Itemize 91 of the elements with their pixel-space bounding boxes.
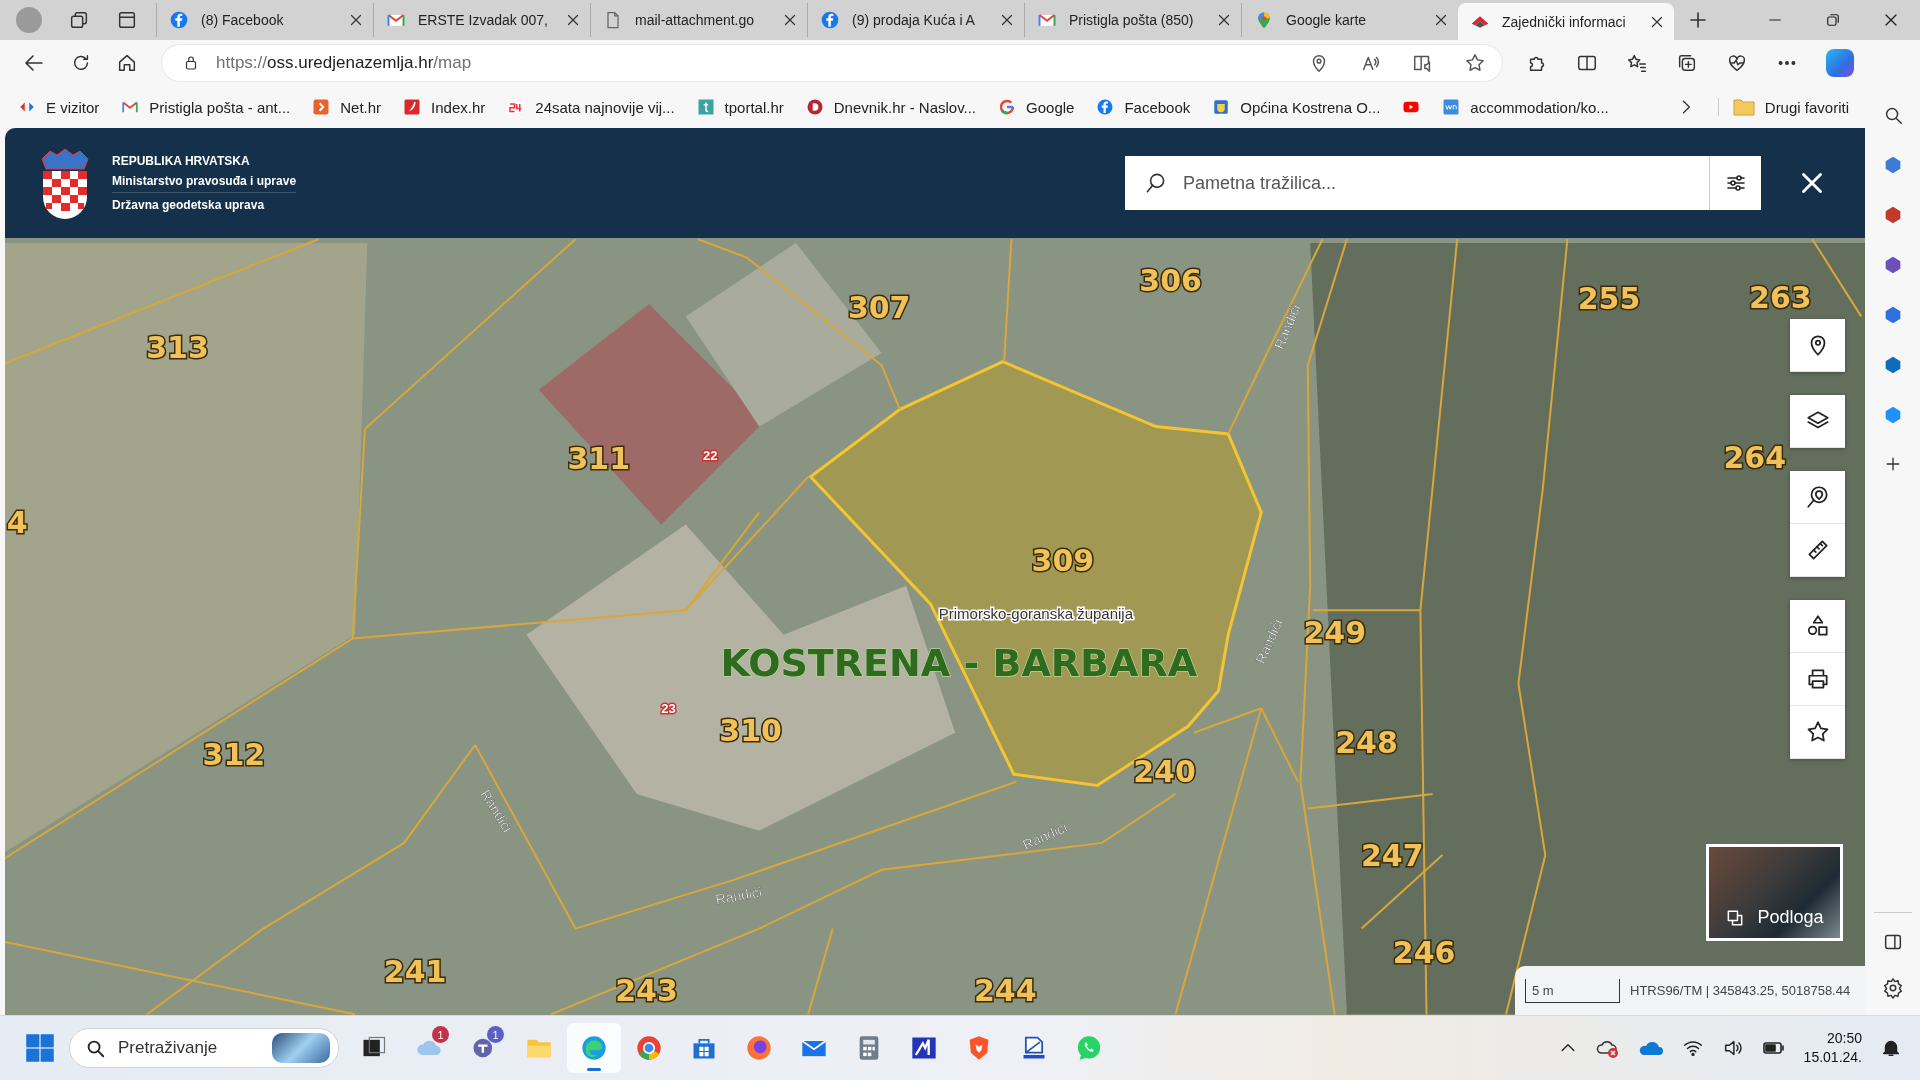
house-number: 22	[703, 447, 718, 463]
parcel-number: 255	[1577, 281, 1641, 316]
parcel-number: 248	[1335, 725, 1398, 761]
ruler-button[interactable]	[1790, 524, 1845, 577]
house-number: 23	[661, 701, 676, 717]
coordinate-readout: HTRS96/TM | 345843.25, 5018758.44	[1630, 983, 1851, 998]
browser-icon	[580, 1034, 608, 1062]
parcel-number: 241	[383, 954, 447, 990]
bookmark-link[interactable]: Općina Kostrena O...	[1212, 96, 1381, 118]
landscape-thumbnail	[272, 1033, 330, 1063]
bookmark-link[interactable]: E vizitor	[18, 96, 100, 118]
circle-logo-icon	[820, 10, 840, 30]
taskbar-app[interactable]: 1	[457, 1023, 511, 1073]
parcel-number: 312	[202, 736, 266, 772]
place-label: KOSTRENA - BARBARA	[720, 640, 1198, 685]
print-button[interactable]	[1790, 653, 1845, 706]
star-icon[interactable]	[1464, 52, 1486, 74]
filter-button[interactable]	[1710, 156, 1761, 210]
shapes-button[interactable]	[1790, 600, 1845, 653]
browser-tab[interactable]: mail-attachment.go	[590, 3, 807, 37]
browser-tab[interactable]: Zajednički informaci	[1458, 3, 1674, 40]
crest-icon	[1212, 98, 1231, 116]
parcel-number: 310	[719, 713, 782, 749]
other-favorites-folder[interactable]: Drugi favoriti	[1717, 98, 1849, 116]
parcel-number: 263	[1749, 279, 1812, 315]
street-label: Randići	[714, 883, 764, 908]
bookmark-link[interactable]: tportal.hr	[696, 96, 784, 118]
folder-icon	[1732, 98, 1755, 116]
parcel-number: 240	[1133, 753, 1196, 789]
bookmark-link[interactable]: 24sata najnovije vij...	[507, 96, 675, 118]
parcel-number: 243	[615, 972, 678, 1008]
ministry-title-line: Ministarstvo pravosuđa i uprave	[112, 173, 297, 193]
taskbar-search-field[interactable]: Pretraživanje	[69, 1028, 339, 1068]
browser-tab[interactable]: Pristigla pošta (850)	[1024, 3, 1241, 37]
parcel-number: 264	[1723, 440, 1786, 476]
collections-icon[interactable]	[1676, 52, 1698, 74]
bookmark-link[interactable]: Dnevnik.hr - Naslov...	[805, 96, 977, 118]
settings-icon[interactable]	[1881, 977, 1904, 999]
star-button[interactable]	[1790, 706, 1845, 759]
parcel-number: 313	[146, 330, 209, 365]
pepper-icon	[403, 98, 422, 116]
bookmark-link[interactable]: accommodation/ko...	[1442, 96, 1609, 118]
favorites-icon[interactable]	[1626, 52, 1648, 74]
tile-icon	[696, 98, 715, 116]
tile-icon	[507, 98, 526, 116]
parcel-number: 306	[1139, 262, 1202, 298]
address-bar[interactable]: https://oss.uredjenazemlja.hr/map	[162, 45, 1502, 81]
bookmark-link[interactable]: Facebook	[1096, 96, 1191, 118]
county-label: Primorsko-goranska županija	[938, 604, 1134, 622]
location-pin-button[interactable]	[1790, 319, 1845, 372]
parcel-number: 247	[1360, 838, 1424, 874]
tile-icon	[1442, 98, 1461, 116]
notification-badge: 1	[487, 1026, 504, 1043]
ministry-title-line: Državna geodetska uprava	[112, 197, 266, 213]
home-icon[interactable]	[116, 52, 138, 74]
tab-actions-icon[interactable]	[116, 9, 138, 31]
parcel-number: 309	[1031, 543, 1095, 579]
notification-badge: 1	[432, 1026, 449, 1043]
zoom-to-location-button[interactable]	[1790, 471, 1845, 524]
ring-icon	[998, 98, 1017, 116]
scale-bar: 5 m	[1525, 978, 1620, 1003]
browser-tab[interactable]: (9) prodaja Kuća i A	[807, 3, 1024, 37]
browser-icon	[635, 1034, 663, 1062]
search-field[interactable]: Pametna tražilica...	[1125, 156, 1710, 210]
parcel-number: 4	[6, 505, 28, 541]
parcel-number: 244	[974, 972, 1037, 1008]
bookmark-link[interactable]: Pristigla pošta - ant...	[121, 96, 291, 118]
parcel-number: 307	[847, 289, 911, 325]
bookmark-link[interactable]: Index.hr	[403, 96, 486, 118]
assistant-logo-icon[interactable]	[1826, 49, 1854, 77]
workspaces-icon[interactable]	[68, 9, 90, 31]
chevron-icon	[312, 98, 331, 116]
restore-icon[interactable]	[1824, 11, 1842, 29]
bookmark-link[interactable]: Net.hr	[312, 96, 382, 118]
browser-tab[interactable]: ERSTE Izvadak 007,	[373, 3, 590, 37]
basemap-button[interactable]: Podloga	[1706, 844, 1843, 941]
parcel-number: 311	[567, 441, 631, 477]
bookmark-link[interactable]: Google	[998, 96, 1075, 118]
browser-tab[interactable]: (8) Facebook	[156, 3, 373, 37]
layers-button[interactable]	[1790, 395, 1845, 448]
heart-pulse-icon[interactable]	[1726, 52, 1748, 74]
clock[interactable]: 20:50 15.01.24.	[1803, 1029, 1862, 1067]
coat-of-arms-icon	[40, 147, 90, 219]
circle-logo-icon	[169, 10, 189, 30]
circle-logo-icon	[1096, 98, 1115, 116]
taskbar-app[interactable]: 1	[402, 1023, 456, 1073]
ministry-title-line: REPUBLIKA HRVATSKA	[112, 153, 251, 169]
disc-icon	[805, 98, 824, 116]
windows-start-icon[interactable]	[25, 1033, 55, 1063]
chat-bubble-icon	[1075, 1034, 1103, 1062]
browser-icon	[745, 1034, 773, 1062]
